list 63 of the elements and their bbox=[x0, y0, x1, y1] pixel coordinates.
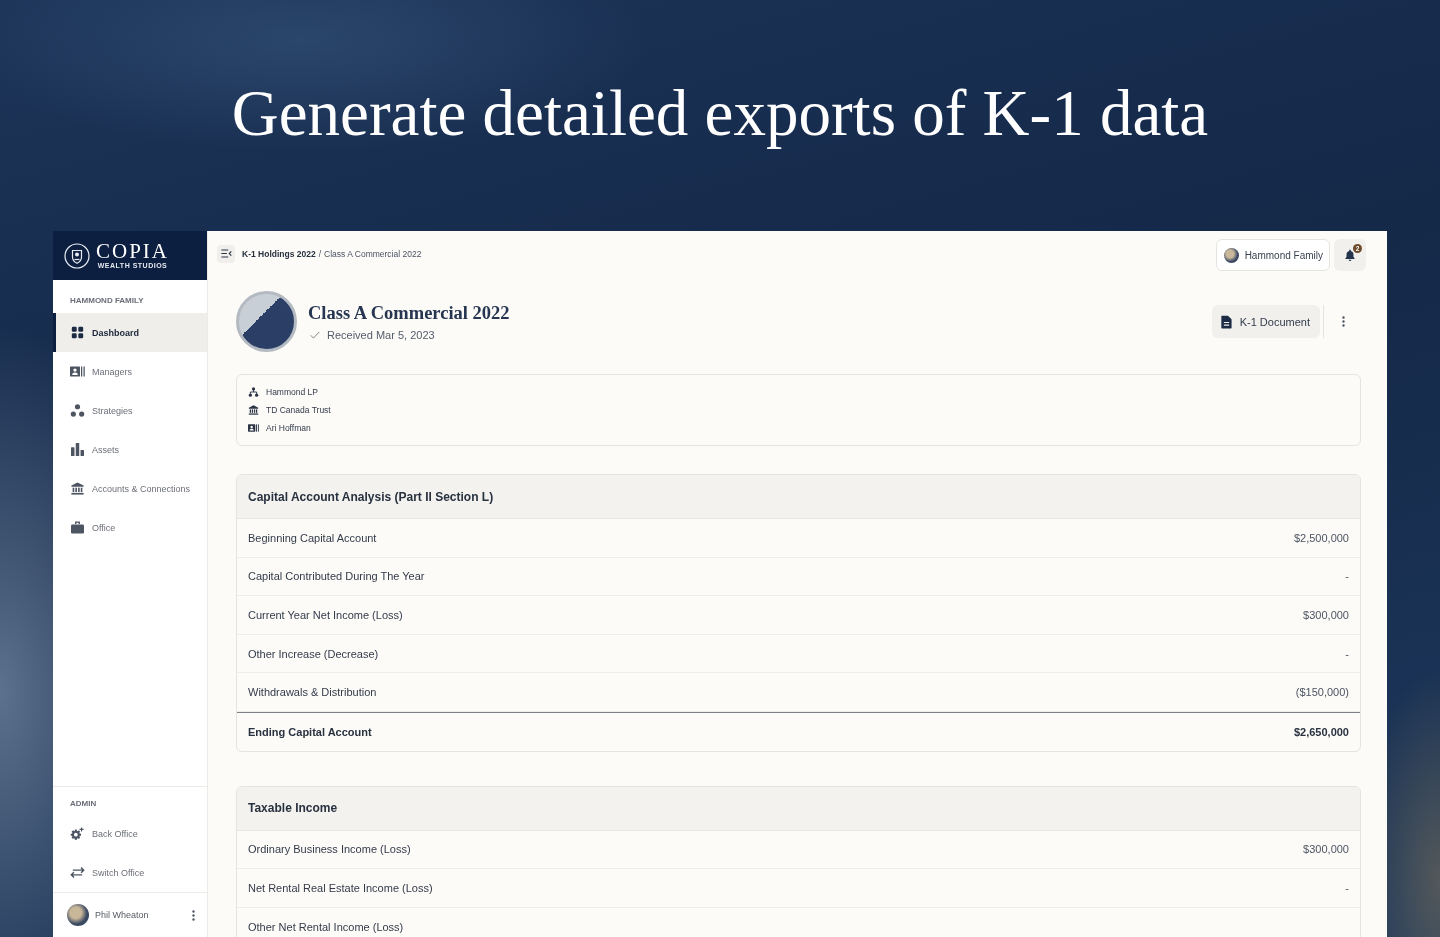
circles-icon bbox=[70, 404, 85, 417]
sidebar-item[interactable]: Office bbox=[53, 508, 207, 547]
section-label: ADMIN bbox=[70, 799, 97, 809]
hierarchy-icon bbox=[248, 387, 259, 397]
breadcrumb-item: Class A Commercial 2022 bbox=[324, 248, 422, 259]
row-label: Other Increase (Decrease) bbox=[248, 647, 379, 660]
bank-icon bbox=[248, 405, 259, 415]
breadcrumb-item[interactable]: K-1 Holdings 2022 bbox=[242, 248, 316, 259]
grid-icon bbox=[70, 326, 85, 339]
row-label: Ending Capital Account bbox=[248, 725, 372, 738]
briefcase-icon bbox=[70, 521, 85, 534]
row-value: $300,000 bbox=[1303, 843, 1349, 856]
row-label: Net Rental Real Estate Income (Loss) bbox=[248, 881, 433, 894]
sidebar-item[interactable]: Switch Office bbox=[53, 853, 207, 892]
sidebar-item[interactable]: Dashboard bbox=[53, 313, 207, 352]
section-header: Capital Account Analysis (Part II Section L) bbox=[237, 475, 1360, 519]
account-button[interactable]: Hammond Family bbox=[1215, 239, 1330, 271]
row-label: Other Net Rental Income (Loss) bbox=[248, 921, 404, 934]
row-value: $2,650,000 bbox=[1293, 725, 1349, 738]
row-label: Withdrawals & Distribution bbox=[248, 686, 377, 699]
entity-name: Hammond LP bbox=[266, 387, 318, 397]
entity-name: TD Canada Trust bbox=[266, 405, 331, 415]
more-icon[interactable] bbox=[192, 909, 195, 921]
row-label: Current Year Net Income (Loss) bbox=[248, 609, 403, 621]
row-value: $2,500,000 bbox=[1293, 531, 1349, 544]
status-text: Received Mar 5, 2023 bbox=[327, 329, 435, 341]
row-label: Beginning Capital Account bbox=[248, 531, 377, 544]
id-card-icon bbox=[248, 423, 259, 433]
sidebar-item[interactable]: Back Office bbox=[53, 814, 207, 853]
bank-icon bbox=[70, 482, 85, 495]
row-value: - bbox=[1345, 881, 1349, 894]
sidebar-toggle-button[interactable] bbox=[217, 244, 235, 263]
breadcrumb-separator: / bbox=[318, 248, 322, 259]
row-label: Capital Contributed During The Year bbox=[248, 570, 425, 583]
document-icon bbox=[1220, 314, 1232, 329]
menu-collapse-icon bbox=[220, 249, 232, 258]
record-title: Class A Commercial 2022 bbox=[308, 302, 510, 324]
row-value: - bbox=[1345, 647, 1349, 660]
user-name: Phil Wheaton bbox=[95, 910, 150, 920]
section-label: HAMMOND FAMILY bbox=[70, 296, 144, 306]
bar-chart-icon bbox=[70, 443, 85, 456]
avatar-photo bbox=[1223, 247, 1239, 263]
row-value: - bbox=[1345, 570, 1349, 583]
id-card-icon bbox=[70, 365, 85, 378]
brand-name: COPIA bbox=[96, 241, 169, 261]
check-icon bbox=[310, 331, 320, 339]
swap-arrows-icon bbox=[70, 866, 85, 879]
row-value: $300,000 bbox=[1303, 609, 1349, 621]
document-button[interactable]: K-1 Document bbox=[1211, 305, 1320, 338]
sidebar-item[interactable]: Assets bbox=[53, 430, 207, 469]
row-value: ($150,000) bbox=[1295, 686, 1349, 699]
sidebar-item[interactable]: Managers bbox=[53, 352, 207, 391]
gears-icon bbox=[70, 827, 85, 840]
sidebar-item[interactable]: Accounts & Connections bbox=[53, 469, 207, 508]
more-icon[interactable] bbox=[1342, 316, 1345, 327]
row-label: Ordinary Business Income (Loss) bbox=[248, 843, 411, 856]
headline: Generate detailed exports of K-1 data bbox=[231, 75, 1209, 151]
avatar-photo bbox=[67, 904, 89, 926]
bell-icon bbox=[1344, 249, 1356, 261]
section-header: Taxable Income bbox=[237, 786, 1360, 831]
entity-name: Ari Hoffman bbox=[266, 423, 311, 433]
crest-icon bbox=[64, 242, 90, 269]
sidebar-item[interactable]: Strategies bbox=[53, 391, 207, 430]
